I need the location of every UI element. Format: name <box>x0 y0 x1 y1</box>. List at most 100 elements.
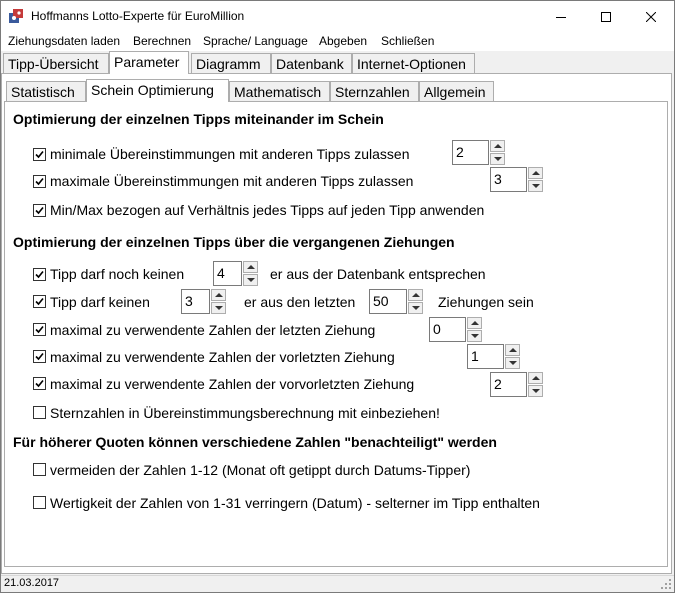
tipp-no-match-label-a: Tipp darf noch keinen <box>50 266 185 282</box>
spin-down-button[interactable] <box>243 274 258 286</box>
arrow-down-icon <box>532 389 540 393</box>
section2-heading: Optimierung der einzelnen Tipps über die… <box>13 234 455 250</box>
arrow-up-icon <box>471 321 479 325</box>
resize-grip-icon[interactable] <box>661 579 672 590</box>
spin-down-button[interactable] <box>211 302 226 314</box>
arrow-down-icon <box>509 361 517 365</box>
arrow-down-icon <box>532 184 540 188</box>
minimize-icon <box>555 16 566 18</box>
minmax-ratio-label: Min/Max bezogen auf Verhältnis jedes Tip… <box>50 202 485 218</box>
checkmark-icon <box>35 379 44 388</box>
arrow-down-icon <box>215 306 223 310</box>
avoid-month-numbers-label: vermeiden der Zahlen 1-12 (Monat oft get… <box>50 462 471 478</box>
arrow-up-icon <box>532 171 540 175</box>
spin-up-button[interactable] <box>211 289 226 301</box>
sternzahlen-include-checkbox[interactable] <box>33 406 46 419</box>
spin-up-button[interactable] <box>243 261 258 273</box>
tipp-last-draws-count-value[interactable]: 3 <box>181 289 210 314</box>
close-icon <box>645 11 656 22</box>
menu-sprache[interactable]: Sprache/ Language <box>203 34 308 48</box>
min-matches-value[interactable]: 2 <box>452 140 489 165</box>
checkmark-icon <box>35 270 44 279</box>
arrow-up-icon <box>532 376 540 380</box>
section3-heading: Für höherer Quoten können verschiedene Z… <box>13 434 497 450</box>
arrow-down-icon <box>247 278 255 282</box>
tab-datenbank[interactable]: Datenbank <box>271 53 352 73</box>
tipp-last-draws-label-b: er aus den letzten <box>244 294 356 310</box>
max-matches-value[interactable]: 3 <box>490 167 527 192</box>
close-button[interactable] <box>628 2 673 31</box>
reduce-date-numbers-label: Wertigkeit der Zahlen von 1-31 verringer… <box>50 495 540 511</box>
max-third-last-draw-label: maximal zu verwendente Zahlen der vorvor… <box>50 376 415 392</box>
spin-up-button[interactable] <box>528 167 543 179</box>
max-matches-label: maximale Übereinstimmungen mit anderen T… <box>50 173 414 189</box>
app-icon <box>9 9 23 23</box>
min-matches-checkbox[interactable] <box>33 148 46 161</box>
menu-bar: Ziehungsdaten laden Berechnen Sprache/ L… <box>1 31 674 51</box>
minmax-ratio-checkbox[interactable] <box>33 204 46 217</box>
tipp-last-draws-range-value[interactable]: 50 <box>369 289 407 314</box>
avoid-month-numbers-checkbox[interactable] <box>33 463 46 476</box>
spin-up-button[interactable] <box>467 317 482 329</box>
checkmark-icon <box>35 352 44 361</box>
max-last-draw-checkbox[interactable] <box>33 323 46 336</box>
menu-abgeben[interactable]: Abgeben <box>319 34 367 48</box>
max-last-draw-value[interactable]: 0 <box>429 317 466 342</box>
tipp-no-match-value[interactable]: 4 <box>213 261 242 286</box>
menu-ziehungsdaten-laden[interactable]: Ziehungsdaten laden <box>8 34 120 48</box>
arrow-up-icon <box>412 293 420 297</box>
min-matches-label: minimale Übereinstimmungen mit anderen T… <box>50 146 410 162</box>
spin-down-button[interactable] <box>505 357 520 369</box>
tab-parameter[interactable]: Parameter <box>109 51 189 74</box>
spin-up-button[interactable] <box>490 140 505 152</box>
arrow-down-icon <box>494 157 502 161</box>
checkmark-icon <box>35 177 44 186</box>
tab-statistisch[interactable]: Statistisch <box>6 81 86 101</box>
tab-allgemein[interactable]: Allgemein <box>419 81 494 101</box>
status-date: 21.03.2017 <box>4 577 60 589</box>
spin-up-button[interactable] <box>408 289 423 301</box>
reduce-date-numbers-checkbox[interactable] <box>33 496 46 509</box>
maximize-button[interactable] <box>583 2 628 31</box>
maximize-icon <box>600 11 611 22</box>
spin-up-button[interactable] <box>505 344 520 356</box>
tab-sternzahlen[interactable]: Sternzahlen <box>330 81 419 101</box>
max-second-last-draw-value[interactable]: 1 <box>467 344 504 369</box>
spin-up-button[interactable] <box>528 372 543 384</box>
spin-down-button[interactable] <box>467 330 482 342</box>
status-bar: 21.03.2017 <box>1 575 674 592</box>
menu-berechnen[interactable]: Berechnen <box>133 34 191 48</box>
checkmark-icon <box>35 150 44 159</box>
max-third-last-draw-checkbox[interactable] <box>33 377 46 390</box>
section1-heading: Optimierung der einzelnen Tipps miteinan… <box>13 111 384 127</box>
spin-down-button[interactable] <box>408 302 423 314</box>
checkmark-icon <box>35 206 44 215</box>
checkmark-icon <box>35 297 44 306</box>
tab-schein-optimierung[interactable]: Schein Optimierung <box>86 79 229 102</box>
max-third-last-draw-value[interactable]: 2 <box>490 372 527 397</box>
menu-schliessen[interactable]: Schließen <box>381 34 434 48</box>
tab-internet-optionen[interactable]: Internet-Optionen <box>352 53 475 73</box>
tipp-last-draws-label-c: Ziehungen sein <box>438 294 534 310</box>
max-last-draw-label: maximal zu verwendente Zahlen der letzte… <box>50 322 376 338</box>
arrow-down-icon <box>412 306 420 310</box>
spin-down-button[interactable] <box>528 180 543 192</box>
max-second-last-draw-checkbox[interactable] <box>33 350 46 363</box>
arrow-up-icon <box>247 265 255 269</box>
checkmark-icon <box>35 325 44 334</box>
arrow-up-icon <box>509 348 517 352</box>
title-bar: Hoffmanns Lotto-Experte für EuroMillion <box>1 1 674 31</box>
tipp-no-match-checkbox[interactable] <box>33 268 46 281</box>
spin-down-button[interactable] <box>490 153 505 165</box>
tipp-last-draws-checkbox[interactable] <box>33 295 46 308</box>
arrow-up-icon <box>494 144 502 148</box>
tipp-last-draws-label-a: Tipp darf keinen <box>50 294 150 310</box>
minimize-button[interactable] <box>538 2 583 31</box>
tab-mathematisch[interactable]: Mathematisch <box>229 81 330 101</box>
max-matches-checkbox[interactable] <box>33 175 46 188</box>
tab-tipp-uebersicht[interactable]: Tipp-Übersicht <box>3 53 109 73</box>
tipp-no-match-label-b: er aus der Datenbank entsprechen <box>270 266 486 282</box>
tab-diagramm[interactable]: Diagramm <box>191 53 271 73</box>
spin-down-button[interactable] <box>528 385 543 397</box>
window-title: Hoffmanns Lotto-Experte für EuroMillion <box>31 9 245 23</box>
